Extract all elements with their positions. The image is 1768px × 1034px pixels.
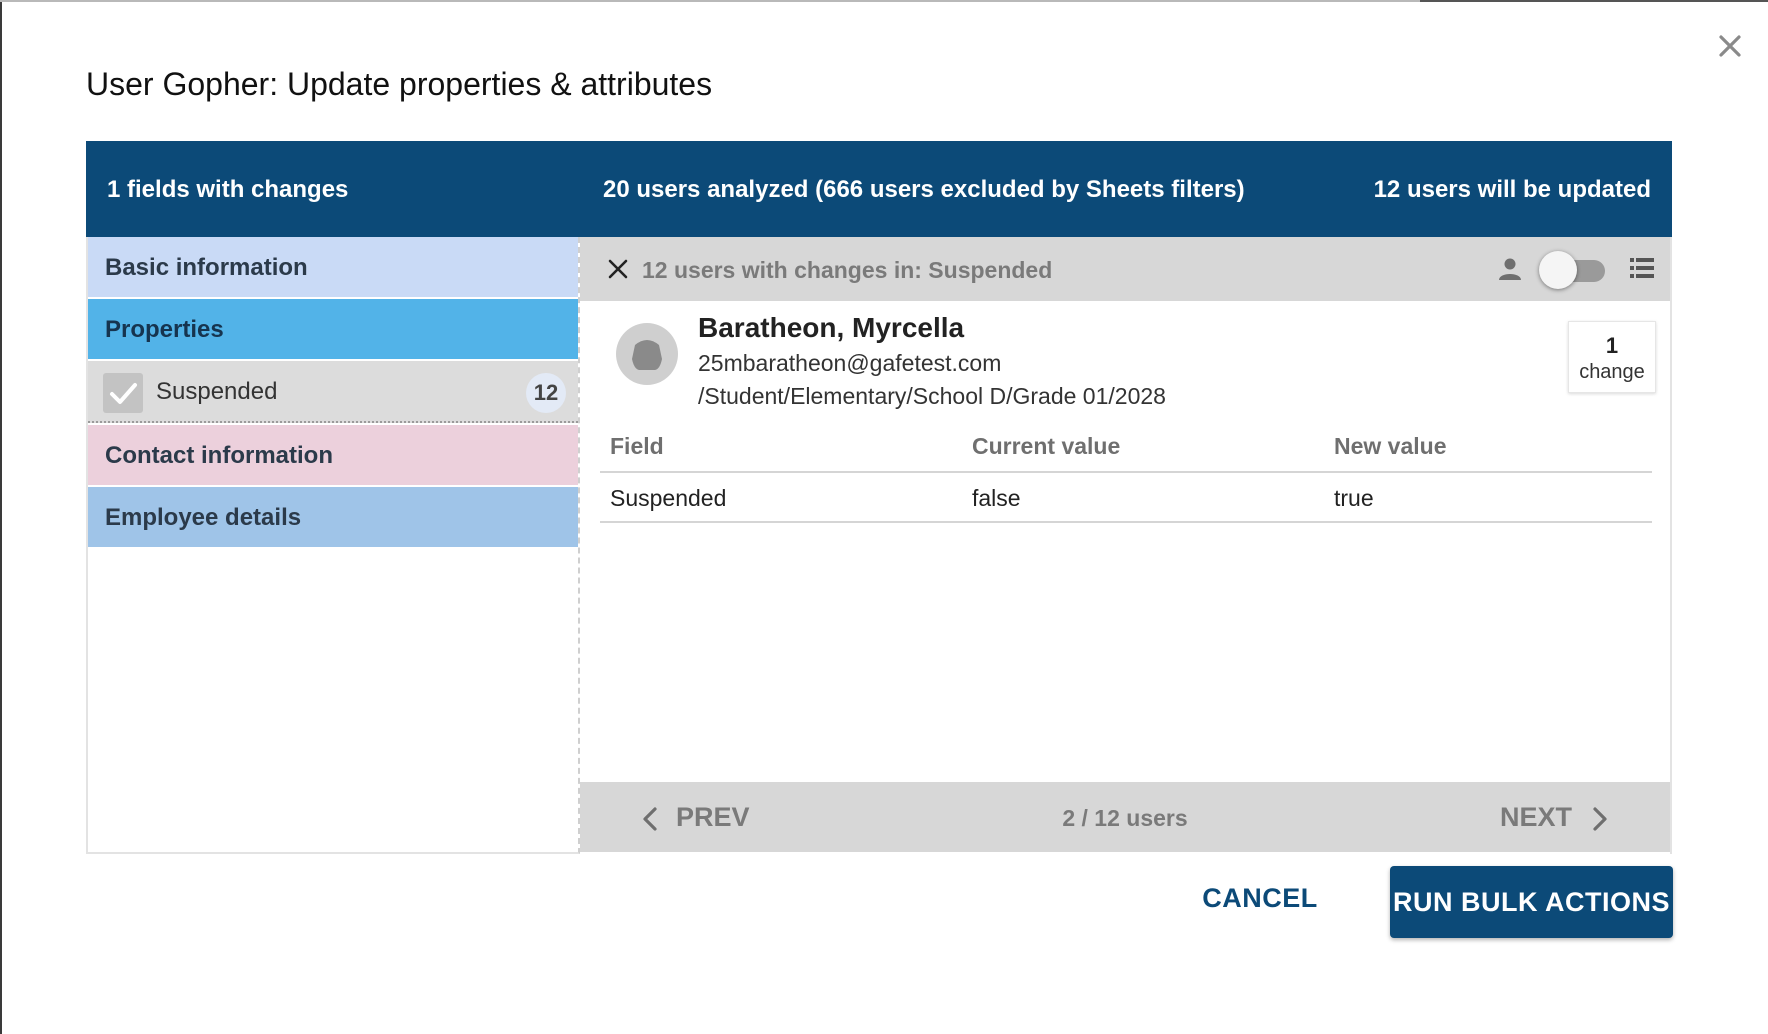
check-icon bbox=[110, 383, 137, 404]
sidebar-item-employee-details[interactable]: Employee details bbox=[88, 487, 578, 549]
person-icon bbox=[1497, 256, 1523, 287]
user-avatar bbox=[616, 323, 678, 385]
pager-bar: PREV 2 / 12 users NEXT bbox=[580, 782, 1670, 852]
changes-table: Field Current value New value Suspended … bbox=[600, 423, 1652, 523]
close-filter-icon[interactable] bbox=[607, 258, 629, 280]
run-bulk-actions-button[interactable]: RUN BULK ACTIONS bbox=[1390, 866, 1673, 938]
view-mode-toggle[interactable] bbox=[1539, 251, 1605, 289]
field-categories-sidebar: Basic information Properties Suspended 1… bbox=[86, 237, 580, 854]
dialog-title: User Gopher: Update properties & attribu… bbox=[86, 66, 713, 102]
avatar-icon bbox=[632, 340, 662, 370]
cell-current-value: false bbox=[972, 485, 1021, 511]
users-analyzed: 20 users analyzed (666 users excluded by… bbox=[603, 176, 1245, 203]
count-badge: 12 bbox=[526, 373, 566, 413]
summary-header: 1 fields with changes 20 users analyzed … bbox=[86, 141, 1672, 237]
suspended-checkbox[interactable] bbox=[103, 373, 143, 413]
sidebar-item-suspended[interactable]: Suspended 12 bbox=[88, 361, 578, 423]
bulk-update-dialog: User Gopher: Update properties & attribu… bbox=[2, 2, 1768, 1034]
cell-new-value: true bbox=[1334, 485, 1374, 511]
filter-label: 12 users with changes in: Suspended bbox=[642, 257, 1053, 283]
sidebar-item-basic-information[interactable]: Basic information bbox=[88, 237, 578, 299]
list-icon[interactable] bbox=[1630, 257, 1654, 284]
column-header-field: Field bbox=[610, 433, 664, 459]
cell-field: Suspended bbox=[610, 485, 727, 511]
table-header-row: Field Current value New value bbox=[600, 423, 1652, 473]
sidebar-item-label: Suspended bbox=[156, 378, 278, 405]
change-count: 1 bbox=[1605, 333, 1619, 358]
table-row: Suspended false true bbox=[600, 473, 1652, 523]
change-label: change bbox=[1579, 361, 1645, 383]
close-icon[interactable] bbox=[1714, 30, 1746, 62]
users-will-be-updated: 12 users will be updated bbox=[1373, 176, 1651, 203]
change-count-box: 1 change bbox=[1568, 321, 1656, 393]
fields-with-changes: 1 fields with changes bbox=[107, 176, 349, 203]
chevron-right-icon bbox=[1593, 807, 1607, 831]
filter-bar: 12 users with changes in: Suspended bbox=[580, 237, 1670, 301]
column-header-new-value: New value bbox=[1334, 433, 1447, 459]
cancel-button[interactable]: CANCEL bbox=[1190, 868, 1330, 928]
user-changes-panel: 12 users with changes in: Suspended Bara… bbox=[580, 237, 1672, 854]
column-header-current-value: Current value bbox=[972, 433, 1121, 459]
next-label: NEXT bbox=[1500, 802, 1573, 832]
user-email: 25mbaratheon@gafetest.com bbox=[698, 350, 1002, 376]
user-name: Baratheon, Myrcella bbox=[698, 312, 965, 343]
toggle-knob bbox=[1539, 251, 1577, 289]
sidebar-item-properties[interactable]: Properties bbox=[88, 299, 578, 361]
sidebar-item-contact-information[interactable]: Contact information bbox=[88, 425, 578, 487]
user-org-unit: /Student/Elementary/School D/Grade 01/20… bbox=[698, 383, 1166, 409]
next-button[interactable]: NEXT bbox=[1500, 802, 1610, 834]
